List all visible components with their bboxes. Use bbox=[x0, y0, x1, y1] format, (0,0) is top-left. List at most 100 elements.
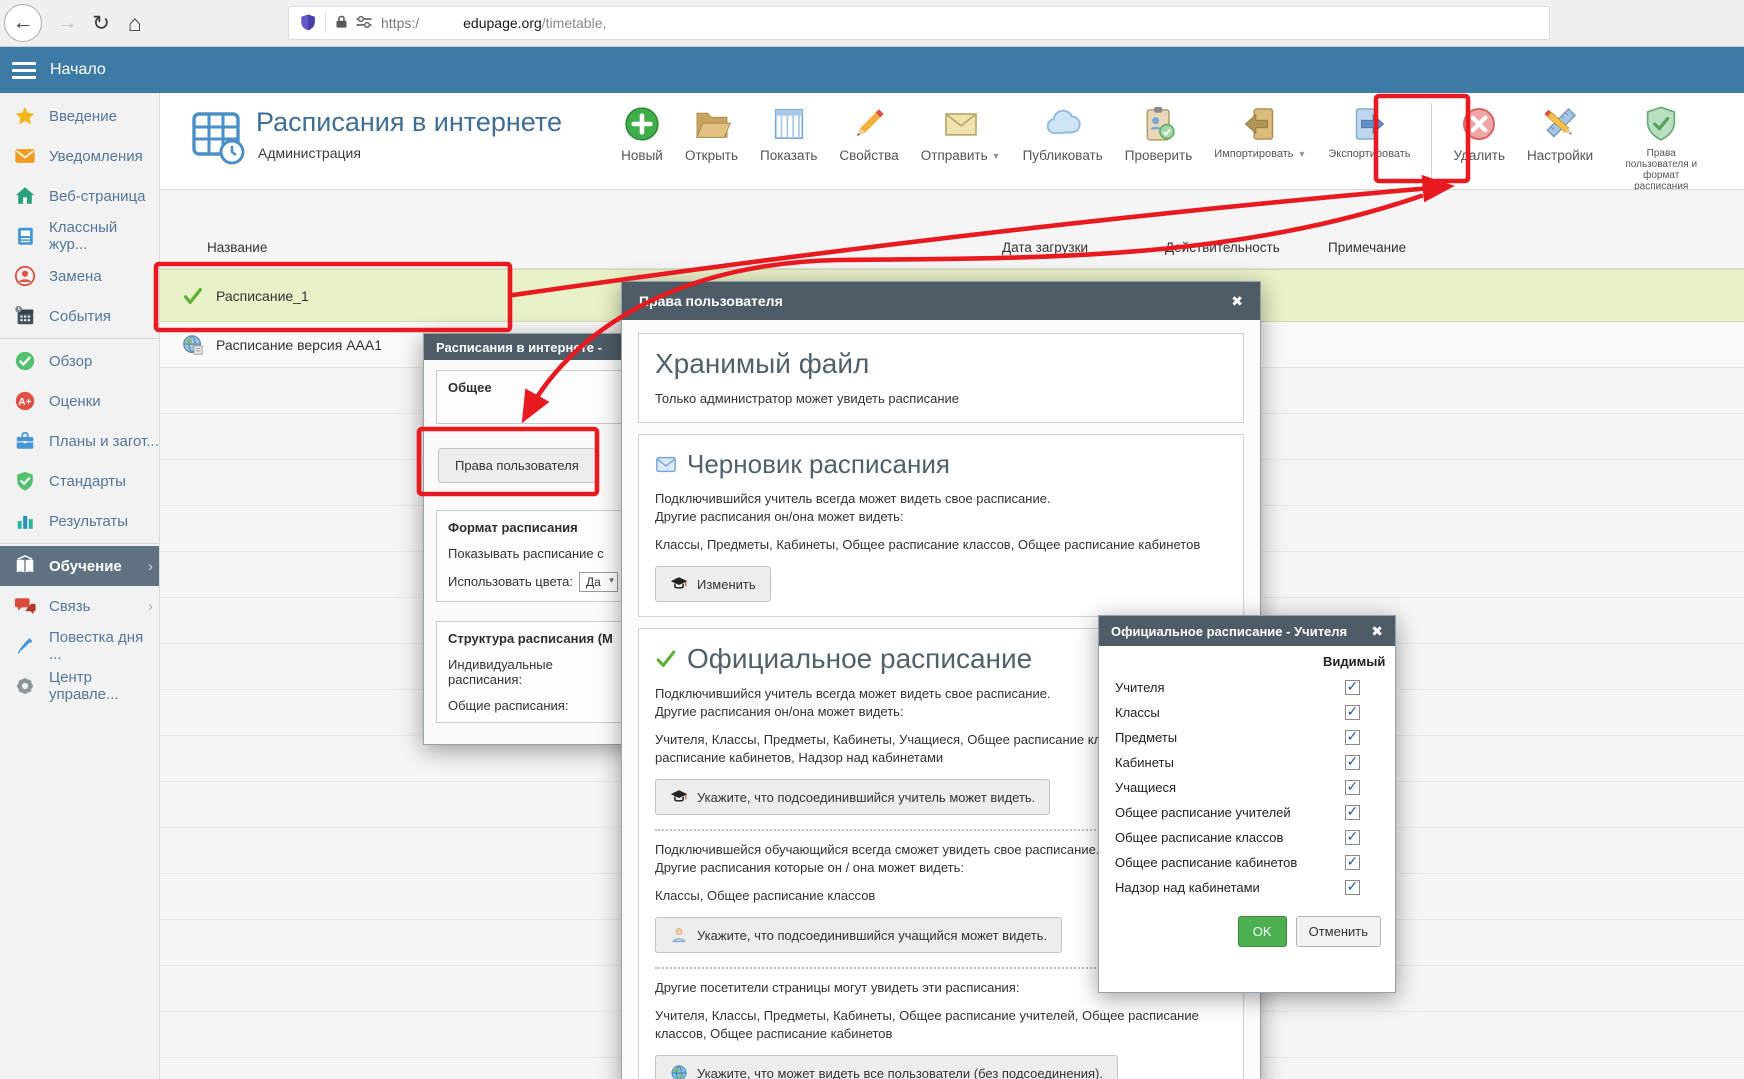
svg-text:A+: A+ bbox=[18, 397, 31, 408]
dropdown-arrow-icon[interactable]: ▼ bbox=[1297, 149, 1306, 159]
export-icon bbox=[1348, 103, 1390, 145]
visibility-checkbox[interactable] bbox=[1345, 880, 1360, 895]
column-header-validity[interactable]: Действительность bbox=[1165, 240, 1280, 255]
toolbar-button-open[interactable]: Открыть bbox=[674, 97, 749, 163]
close-icon[interactable]: ✖ bbox=[1231, 293, 1243, 310]
toolbar-button-properties[interactable]: Свойства bbox=[828, 97, 909, 163]
menu-hamburger-icon[interactable] bbox=[12, 62, 36, 79]
sidebar-item-grades[interactable]: A+Оценки bbox=[0, 381, 159, 421]
visitors-visibility-button[interactable]: Укажите, что может видеть все пользовате… bbox=[655, 1055, 1118, 1079]
visibility-checkbox[interactable] bbox=[1345, 855, 1360, 870]
toolbar-button-settings[interactable]: Настройки bbox=[1516, 97, 1604, 163]
tracking-shield-icon[interactable] bbox=[299, 13, 317, 34]
visibility-checkbox[interactable] bbox=[1345, 755, 1360, 770]
new-icon bbox=[621, 103, 663, 145]
visibility-checkbox[interactable] bbox=[1345, 730, 1360, 745]
browser-forward-button[interactable]: → bbox=[48, 4, 86, 42]
official-line1: Подключившийся учитель всегда может виде… bbox=[655, 686, 1051, 701]
settings-icon bbox=[1539, 103, 1581, 145]
toolbar-button-delete[interactable]: Удалить bbox=[1442, 97, 1516, 163]
lock-icon[interactable] bbox=[334, 14, 349, 33]
browser-reload-button[interactable]: ↻ bbox=[82, 4, 120, 42]
individual-label: Индивидуальные расписания: bbox=[448, 657, 578, 687]
official-heading: Официальное расписание bbox=[687, 643, 1032, 675]
student-line1: Подключившейся обучающийся всегда сможет… bbox=[655, 842, 1099, 857]
sidebar-item-intro[interactable]: Введение bbox=[0, 96, 159, 136]
cancel-button[interactable]: Отменить bbox=[1296, 916, 1381, 947]
toolbar-button-label: Свойства bbox=[839, 148, 898, 163]
toolbar-button-publish[interactable]: Публиковать bbox=[1012, 97, 1114, 163]
permission-label: Классы bbox=[1115, 705, 1160, 720]
visibility-checkbox[interactable] bbox=[1345, 705, 1360, 720]
send-icon bbox=[940, 103, 982, 145]
visibility-checkbox[interactable] bbox=[1345, 780, 1360, 795]
student-visibility-button[interactable]: Укажите, что подсоединившийся учащийся м… bbox=[655, 917, 1062, 953]
toolbar-button-label: Удалить bbox=[1453, 148, 1505, 163]
close-icon[interactable]: ✖ bbox=[1371, 623, 1383, 640]
agenda-icon bbox=[13, 634, 37, 658]
visibility-checkbox[interactable] bbox=[1345, 680, 1360, 695]
green-check-icon bbox=[182, 285, 204, 307]
sidebar-item-plans[interactable]: Планы и загот... bbox=[0, 421, 159, 461]
permission-row: Общее расписание классов bbox=[1115, 825, 1381, 850]
sidebar-item-results[interactable]: Результаты bbox=[0, 501, 159, 541]
toolbar-button-show[interactable]: Показать bbox=[749, 97, 828, 163]
teacher-visibility-button[interactable]: Укажите, что подсоединившийся учитель мо… bbox=[655, 779, 1050, 815]
permission-row: Предметы bbox=[1115, 725, 1381, 750]
colors-select[interactable]: Да bbox=[579, 572, 618, 592]
address-divider bbox=[325, 13, 326, 33]
dropdown-arrow-icon[interactable]: ▼ bbox=[992, 151, 1001, 161]
sidebar-item-teaching[interactable]: Обучение› bbox=[0, 546, 159, 586]
draft-line1: Подключившийся учитель всегда может виде… bbox=[655, 491, 1051, 506]
toolbar-button-verify[interactable]: Проверить bbox=[1114, 97, 1204, 163]
communication-icon bbox=[13, 594, 37, 618]
page-subtitle: Администрация bbox=[258, 145, 361, 161]
toolbar-button-send[interactable]: Отправить▼ bbox=[910, 97, 1012, 163]
permissions-icon[interactable] bbox=[355, 15, 373, 32]
url-host: edupage.org bbox=[463, 15, 542, 31]
sidebar-item-control[interactable]: Центр управле... bbox=[0, 666, 159, 706]
sidebar-item-webpage[interactable]: Веб-страница bbox=[0, 176, 159, 216]
colors-label: Использовать цвета: bbox=[448, 574, 573, 589]
page-title: Расписания в интернете bbox=[256, 107, 562, 138]
sidebar-item-overview[interactable]: Обзор bbox=[0, 341, 159, 381]
address-bar[interactable]: https:/ edupage.org/timetable, bbox=[288, 6, 1550, 40]
visitors-visible-list: Учителя, Классы, Предметы, Кабинеты, Общ… bbox=[655, 1007, 1227, 1043]
sidebar-item-events[interactable]: События bbox=[0, 296, 159, 336]
browser-back-button[interactable]: ← bbox=[4, 4, 42, 42]
graduation-cap-icon bbox=[670, 575, 688, 593]
browser-home-button[interactable]: ⌂ bbox=[116, 4, 154, 42]
sidebar-item-label: Обучение bbox=[49, 558, 122, 575]
sidebar-item-notifications[interactable]: Уведомления bbox=[0, 136, 159, 176]
toolbar-button-new[interactable]: Новый bbox=[610, 97, 674, 163]
toolbar-button-export[interactable]: Экспортировать bbox=[1317, 97, 1421, 160]
teachers-dialog-titlebar[interactable]: Официальное расписание - Учителя ✖ bbox=[1099, 616, 1395, 646]
column-header-name[interactable]: Название bbox=[207, 240, 267, 255]
visibility-checkbox[interactable] bbox=[1345, 830, 1360, 845]
sidebar-item-label: Обзор bbox=[49, 353, 92, 370]
toolbar-button-rights[interactable]: Права пользователя и формат расписания bbox=[1604, 97, 1718, 192]
sidebar-item-label: Введение bbox=[49, 108, 117, 125]
visibility-checkbox[interactable] bbox=[1345, 805, 1360, 820]
toolbar: НовыйОткрытьПоказать Свойства Отправить▼Пу… bbox=[610, 97, 1718, 189]
sidebar-item-agenda[interactable]: Повестка дня ... bbox=[0, 626, 159, 666]
delete-icon bbox=[1458, 103, 1500, 145]
toolbar-button-import[interactable]: Импортировать▼ bbox=[1203, 97, 1317, 160]
control-icon bbox=[13, 674, 37, 698]
ok-button[interactable]: OK bbox=[1238, 916, 1287, 947]
show-icon bbox=[768, 103, 810, 145]
app-top-bar: Начало bbox=[0, 47, 1744, 93]
timetable-name: Расписание версия AAA1 bbox=[216, 337, 382, 353]
sidebar-item-communication[interactable]: Связь› bbox=[0, 586, 159, 626]
rights-dialog-titlebar[interactable]: Права пользователя ✖ bbox=[622, 282, 1260, 320]
column-header-note[interactable]: Примечание bbox=[1328, 240, 1406, 255]
chevron-right-icon: › bbox=[148, 598, 153, 615]
user-rights-button[interactable]: Права пользователя bbox=[438, 448, 596, 483]
sidebar-item-journal[interactable]: Классный жур... bbox=[0, 216, 159, 256]
app-home-link[interactable]: Начало bbox=[50, 61, 106, 79]
draft-change-button[interactable]: Изменить bbox=[655, 566, 771, 602]
permission-row: Учителя bbox=[1115, 675, 1381, 700]
sidebar-item-substitution[interactable]: Замена bbox=[0, 256, 159, 296]
sidebar-item-standards[interactable]: Стандарты bbox=[0, 461, 159, 501]
column-header-upload-date[interactable]: Дата загрузки bbox=[1002, 240, 1088, 255]
